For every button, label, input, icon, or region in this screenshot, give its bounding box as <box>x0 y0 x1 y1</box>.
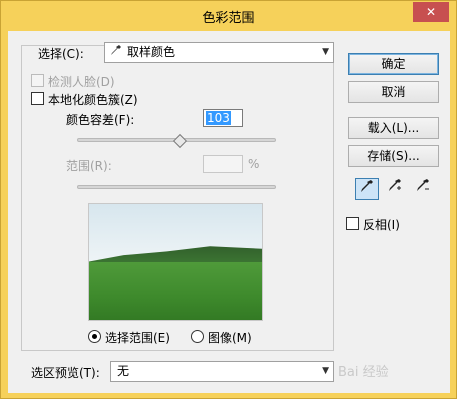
eyedropper-plus-icon <box>388 179 402 196</box>
selection-preview-value: 无 <box>117 364 130 378</box>
chevron-down-icon: ▼ <box>322 366 329 376</box>
radio-selection-label: 选择范围(E) <box>105 331 170 345</box>
range-label: 范围(R): <box>66 159 112 173</box>
eyedropper-icon <box>110 43 122 62</box>
selection-preview-dropdown[interactable]: 无 ▼ <box>110 361 334 382</box>
eyedropper-tool[interactable] <box>355 178 379 200</box>
radio-selection-circle[interactable] <box>88 330 101 343</box>
color-range-dialog: 色彩范围 ✕ 选择(C): 取样颜色 ▼ 检测人脸(D) 本地化颜色簇(Z) 颜… <box>0 0 457 399</box>
radio-selected-dot <box>92 334 97 339</box>
chevron-down-icon: ▼ <box>322 47 329 57</box>
invert-label: 反相(I) <box>363 218 400 232</box>
select-label: 选择(C): <box>38 47 84 61</box>
localized-clusters-label: 本地化颜色簇(Z) <box>48 93 138 107</box>
selection-preview-image <box>88 203 263 321</box>
select-value: 取样颜色 <box>127 45 176 59</box>
preview-grass <box>89 262 262 320</box>
eyedropper-plus-tool[interactable] <box>383 178 407 200</box>
close-button[interactable]: ✕ <box>413 2 449 22</box>
detect-faces-box[interactable] <box>31 74 44 87</box>
fuzziness-value: 103 <box>206 111 231 125</box>
radio-image-label: 图像(M) <box>208 331 252 345</box>
selection-preview-label: 选区预览(T): <box>31 366 100 380</box>
eyedropper-minus-tool[interactable] <box>411 178 435 200</box>
eyedropper-icon <box>360 180 374 197</box>
load-button[interactable]: 载入(L)... <box>348 117 439 139</box>
radio-image-circle[interactable] <box>191 330 204 343</box>
invert-box[interactable] <box>346 217 359 230</box>
fuzziness-label: 颜色容差(F): <box>66 113 135 127</box>
fuzziness-input[interactable]: 103 <box>203 109 243 127</box>
save-button[interactable]: 存储(S)... <box>348 145 439 167</box>
cancel-button[interactable]: 取消 <box>348 81 439 103</box>
localized-clusters-box[interactable] <box>31 92 44 105</box>
detect-faces-label: 检测人脸(D) <box>48 75 115 89</box>
range-unit: % <box>248 157 260 171</box>
eyedropper-minus-icon <box>416 179 430 196</box>
range-input[interactable] <box>203 155 243 173</box>
dialog-title: 色彩范围 <box>202 11 255 26</box>
select-dropdown[interactable]: 取样颜色 ▼ <box>104 42 334 63</box>
ok-button[interactable]: 确定 <box>348 53 439 75</box>
range-slider[interactable] <box>77 185 276 189</box>
title-bar[interactable]: 色彩范围 ✕ <box>1 1 456 31</box>
dialog-client-area: 选择(C): 取样颜色 ▼ 检测人脸(D) 本地化颜色簇(Z) 颜色容差(F):… <box>8 31 450 393</box>
watermark: Bai 经验 <box>338 365 389 380</box>
